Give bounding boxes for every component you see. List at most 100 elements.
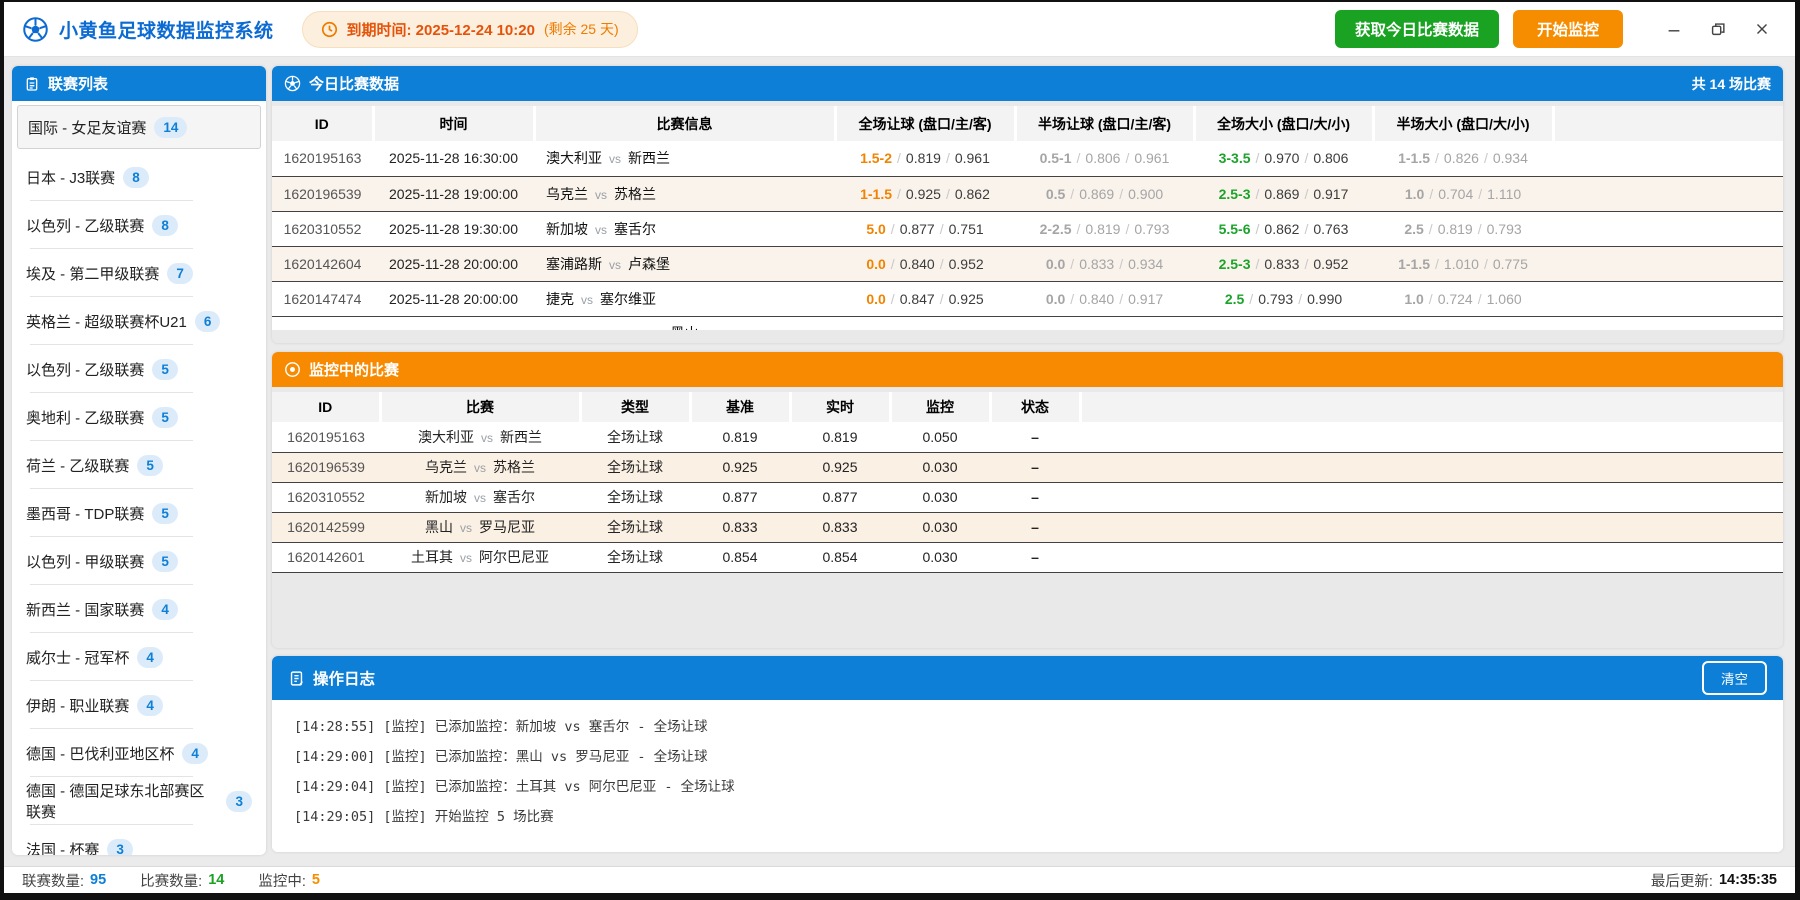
- match-info: 乌克兰vs苏格兰: [534, 176, 835, 211]
- half-handicap-odds: 0.5/0.869/0.900: [1015, 176, 1194, 211]
- separator: /: [1298, 291, 1302, 307]
- separator: /: [946, 186, 950, 202]
- league-count-badge: 5: [152, 359, 178, 380]
- clear-log-button[interactable]: 清空: [1702, 661, 1767, 695]
- separator: /: [1435, 256, 1439, 272]
- half-handicap-odds: 2-2.5/0.819/0.793: [1015, 211, 1194, 246]
- odds-value: 0.793: [1487, 221, 1522, 237]
- separator: /: [940, 256, 944, 272]
- vs-label: vs: [595, 188, 607, 202]
- sidebar-item-league[interactable]: 以色列 - 乙级联赛8: [12, 201, 266, 249]
- monitoring-column-header: 实时: [790, 392, 890, 422]
- away-team: 苏格兰: [614, 186, 656, 202]
- league-list-header: 联赛列表: [12, 66, 266, 101]
- half-handicap-odds: 0.0/0.840/0.917: [1015, 281, 1194, 316]
- half-overunder-odds: 1.0/0.724/1.060: [1373, 281, 1553, 316]
- sidebar-item-league[interactable]: 德国 - 德国足球东北部赛区联赛3: [12, 777, 266, 825]
- restore-icon[interactable]: [1701, 12, 1735, 46]
- monitoring-row[interactable]: 1620142599黑山vs罗马尼亚全场让球0.8330.8330.030–: [272, 512, 1783, 542]
- sidebar-item-league[interactable]: 英格兰 - 超级联赛杯U216: [12, 297, 266, 345]
- sidebar-item-league[interactable]: 新西兰 - 国家联赛4: [12, 585, 266, 633]
- sidebar-item-league[interactable]: 国际 - 女足友谊赛14: [17, 105, 261, 149]
- league-name: 法国 - 杯赛: [26, 839, 99, 856]
- separator: /: [1119, 186, 1123, 202]
- today-match-row-partial: 黑山vs罗马尼亚: [272, 316, 1783, 330]
- match-time: 2025-11-28 20:00:00: [373, 281, 534, 316]
- handicap-value: 1-1.5: [860, 186, 892, 202]
- league-name: 以色列 - 甲级联赛: [26, 551, 144, 572]
- close-icon[interactable]: [1745, 12, 1779, 46]
- sidebar-item-league[interactable]: 法国 - 杯赛3: [12, 825, 266, 855]
- sidebar-item-league[interactable]: 奥地利 - 乙级联赛5: [12, 393, 266, 441]
- half-overunder-odds: 1-1.5/0.826/0.934: [1373, 141, 1553, 176]
- separator: /: [891, 291, 895, 307]
- sidebar-item-league[interactable]: 伊朗 - 职业联赛4: [12, 681, 266, 729]
- monitor-base: 0.877: [690, 482, 790, 512]
- sidebar-item-league[interactable]: 荷兰 - 乙级联赛5: [12, 441, 266, 489]
- odds-value: 0.862: [1264, 221, 1299, 237]
- home-team: 澳大利亚: [546, 150, 602, 166]
- separator: /: [1304, 221, 1308, 237]
- monitor-match: 新加坡vs塞舌尔: [380, 482, 580, 512]
- separator: /: [1070, 186, 1074, 202]
- monitoring-column-header: 基准: [690, 392, 790, 422]
- sidebar-item-league[interactable]: 以色列 - 乙级联赛5: [12, 345, 266, 393]
- today-match-row[interactable]: 16201965392025-11-28 19:00:00乌克兰vs苏格兰1-1…: [272, 176, 1783, 211]
- odds-value: 0.952: [949, 256, 984, 272]
- today-match-row[interactable]: 16203105522025-11-28 19:30:00新加坡vs塞舌尔5.0…: [272, 211, 1783, 246]
- monitoring-row[interactable]: 1620310552新加坡vs塞舌尔全场让球0.8770.8770.030–: [272, 482, 1783, 512]
- league-count-badge: 4: [137, 695, 163, 716]
- odds-value: 0.793: [1258, 291, 1293, 307]
- monitoring-panel: 监控中的比赛 ID比赛类型基准实时监控状态 1620195163澳大利亚vs新西…: [272, 352, 1783, 648]
- start-monitor-button[interactable]: 开始监控: [1513, 10, 1623, 48]
- vs-label: vs: [460, 551, 472, 565]
- monitor-threshold: 0.030: [890, 452, 990, 482]
- row-filler: [373, 316, 534, 330]
- sidebar-item-league[interactable]: 墨西哥 - TDP联赛5: [12, 489, 266, 537]
- today-column-header: 半场让球 (盘口/主/客): [1015, 106, 1194, 141]
- today-match-row[interactable]: 16201474742025-11-28 20:00:00捷克vs塞尔维亚0.0…: [272, 281, 1783, 316]
- sidebar-item-league[interactable]: 日本 - J3联赛8: [12, 153, 266, 201]
- league-list: 国际 - 女足友谊赛14日本 - J3联赛8以色列 - 乙级联赛8埃及 - 第二…: [12, 101, 266, 855]
- odds-value: 0.917: [1128, 291, 1163, 307]
- vs-label: vs: [609, 152, 621, 166]
- clipped-text: 黑山vs罗马尼亚: [534, 317, 835, 330]
- full-overunder-odds: 2.5-3/0.869/0.917: [1194, 176, 1373, 211]
- today-match-row[interactable]: 16201426042025-11-28 20:00:00塞浦路斯vs卢森堡0.…: [272, 246, 1783, 281]
- log-title: 操作日志: [313, 667, 375, 689]
- odds-value: 0.917: [1313, 186, 1348, 202]
- league-name: 奥地利 - 乙级联赛: [26, 407, 144, 428]
- odds-value: 0.952: [1313, 256, 1348, 272]
- sidebar-item-league[interactable]: 德国 - 巴伐利亚地区杯4: [12, 729, 266, 777]
- handicap-value: 1.5-2: [860, 150, 892, 166]
- handicap-value: 2.5: [1225, 291, 1244, 307]
- half-handicap-odds: 0.0/0.833/0.934: [1015, 246, 1194, 281]
- league-count-badge: 4: [152, 599, 178, 620]
- last-updated-label: 最后更新:: [1651, 870, 1713, 891]
- monitor-match: 澳大利亚vs新西兰: [380, 422, 580, 452]
- row-filler: [1553, 176, 1783, 211]
- separator: /: [897, 150, 901, 166]
- sidebar-item-league[interactable]: 埃及 - 第二甲级联赛7: [12, 249, 266, 297]
- monitoring-row[interactable]: 1620196539乌克兰vs苏格兰全场让球0.9250.9250.030–: [272, 452, 1783, 482]
- odds-value: 0.775: [1493, 256, 1528, 272]
- odds-value: 0.826: [1444, 150, 1479, 166]
- monitor-threshold: 0.030: [890, 482, 990, 512]
- sidebar-item-league[interactable]: 威尔士 - 冠军杯4: [12, 633, 266, 681]
- monitoring-row[interactable]: 1620142601土耳其vs阿尔巴尼亚全场让球0.8540.8540.030–: [272, 542, 1783, 572]
- sidebar-item-league[interactable]: 以色列 - 甲级联赛 5: [12, 537, 266, 585]
- away-team: 卢森堡: [628, 256, 670, 272]
- vs-label: vs: [474, 491, 486, 505]
- handicap-value: 5.0: [866, 221, 885, 237]
- minimize-icon[interactable]: [1657, 12, 1691, 46]
- row-filler: [1015, 316, 1194, 330]
- fetch-today-button[interactable]: 获取今日比赛数据: [1335, 10, 1499, 48]
- separator: /: [1077, 221, 1081, 237]
- league-name: 国际 - 女足友谊赛: [28, 117, 146, 138]
- monitoring-row[interactable]: 1620195163澳大利亚vs新西兰全场让球0.8190.8190.050–: [272, 422, 1783, 452]
- today-match-row[interactable]: 16201951632025-11-28 16:30:00澳大利亚vs新西兰1.…: [272, 141, 1783, 176]
- match-id: 1620142604: [272, 246, 373, 281]
- odds-value: 0.819: [906, 150, 941, 166]
- league-count-badge: 5: [152, 551, 178, 572]
- match-id: 1620196539: [272, 176, 373, 211]
